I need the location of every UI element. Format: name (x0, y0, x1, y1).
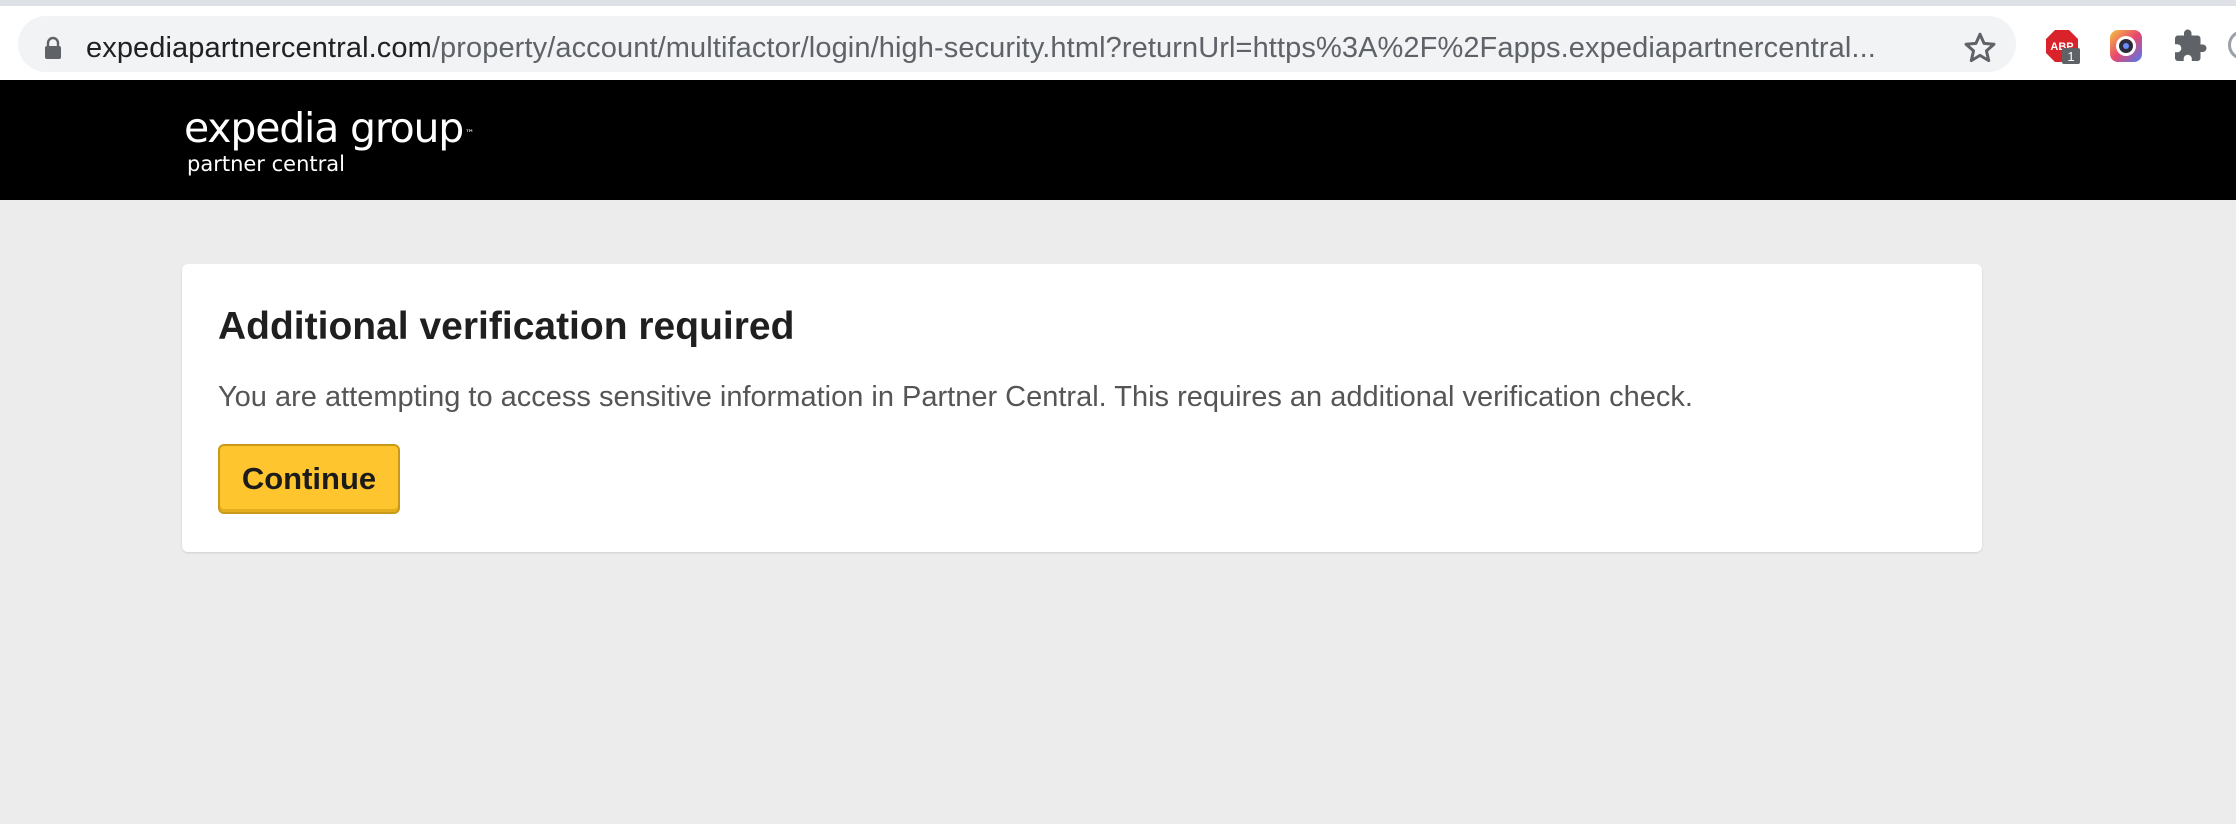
camera-extension-icon[interactable] (2108, 28, 2144, 64)
page-title: Additional verification required (218, 305, 795, 348)
bookmark-star-icon[interactable] (1962, 30, 1998, 66)
profile-avatar-icon[interactable] (2228, 30, 2236, 60)
adblock-icon[interactable]: ABP 1 (2044, 28, 2080, 64)
browser-toolbar: expediapartnercentral.com/property/accou… (0, 0, 2236, 86)
logo-trademark: ™ (465, 129, 474, 139)
url-text[interactable]: expediapartnercentral.com/property/accou… (86, 30, 1876, 66)
expedia-group-logo[interactable]: expedia group ™ partner central (184, 104, 474, 176)
extensions-puzzle-icon[interactable] (2172, 28, 2208, 64)
url-path: /property/account/multifactor/login/high… (431, 32, 1876, 64)
logo-main-text: expedia group (184, 104, 464, 152)
logo-subtitle: partner central (187, 152, 345, 176)
url-host: expediapartnercentral.com (86, 32, 432, 64)
lock-icon[interactable] (44, 36, 62, 60)
verification-card: Additional verification required You are… (182, 264, 1982, 552)
continue-button[interactable]: Continue (218, 444, 400, 514)
site-header: expedia group ™ partner central (0, 80, 2236, 200)
adblock-count: 1 (2067, 49, 2074, 64)
verification-message: You are attempting to access sensitive i… (218, 381, 1693, 413)
